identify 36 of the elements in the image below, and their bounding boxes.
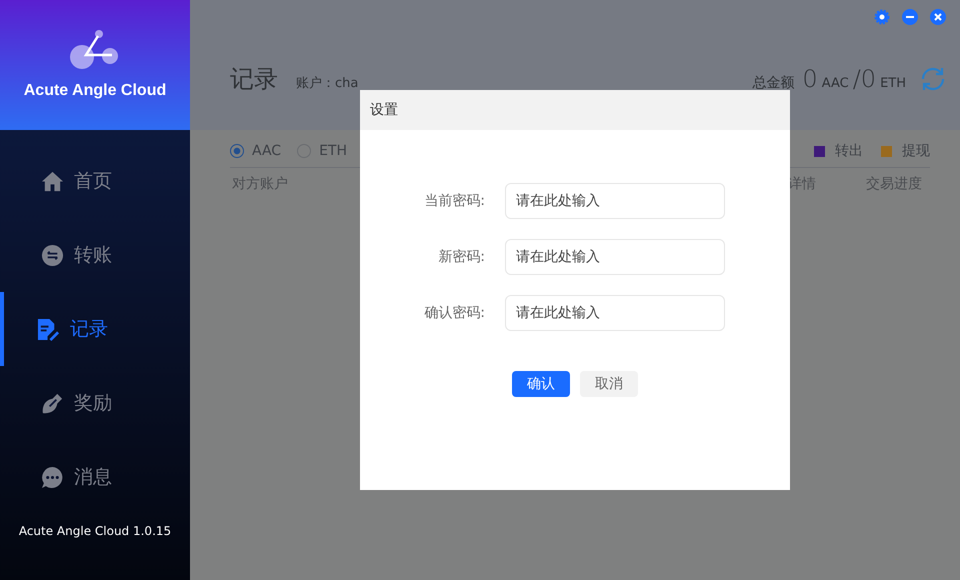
field-label: 确认密码: <box>423 304 485 322</box>
dialog-title: 设置 <box>360 90 790 130</box>
cancel-button[interactable]: 取消 <box>580 371 638 397</box>
field-label: 当前密码: <box>423 192 485 210</box>
page-title: 记录 <box>230 64 278 95</box>
separator: / <box>852 65 861 93</box>
aac-unit: AAC <box>822 76 849 91</box>
account-label: 账户：cha <box>296 75 358 92</box>
eth-unit: ETH <box>880 76 906 91</box>
confirm-button[interactable]: 确认 <box>512 371 570 397</box>
sidebar-item[interactable]: 奖励 <box>0 366 190 440</box>
total-label: 总金额 <box>752 74 794 92</box>
aac-amount: 0 <box>802 65 818 93</box>
pencil-leaf-icon <box>41 392 64 414</box>
password-field[interactable]: 请在此处输入 <box>505 295 725 331</box>
chat-bubble-icon <box>41 466 64 488</box>
home-icon <box>41 170 64 192</box>
sidebar-item[interactable]: 转账 <box>0 218 190 292</box>
eth-amount: 0 <box>860 65 876 93</box>
transfer-icon <box>41 244 64 266</box>
password-field[interactable]: 请在此处输入 <box>505 183 725 219</box>
sidebar-item[interactable]: 消息 <box>0 440 190 514</box>
document-edit-icon <box>37 318 60 340</box>
minimize-icon[interactable] <box>902 9 918 25</box>
legend-label: 提现 <box>902 142 930 160</box>
field-label: 新密码: <box>437 248 485 266</box>
close-icon[interactable] <box>930 9 946 25</box>
app-name: Acute Angle Cloud <box>24 82 166 100</box>
password-field[interactable]: 请在此处输入 <box>505 239 725 275</box>
legend-label: 转出 <box>835 142 863 160</box>
logo-icon <box>70 30 120 70</box>
version-label: Acute Angle Cloud 1.0.15 <box>18 524 172 538</box>
currency-radio[interactable]: AAC <box>230 143 282 159</box>
sidebar-item[interactable]: 首页 <box>0 144 190 218</box>
settings-icon[interactable] <box>874 9 890 25</box>
currency-radio[interactable]: ETH <box>297 143 348 159</box>
